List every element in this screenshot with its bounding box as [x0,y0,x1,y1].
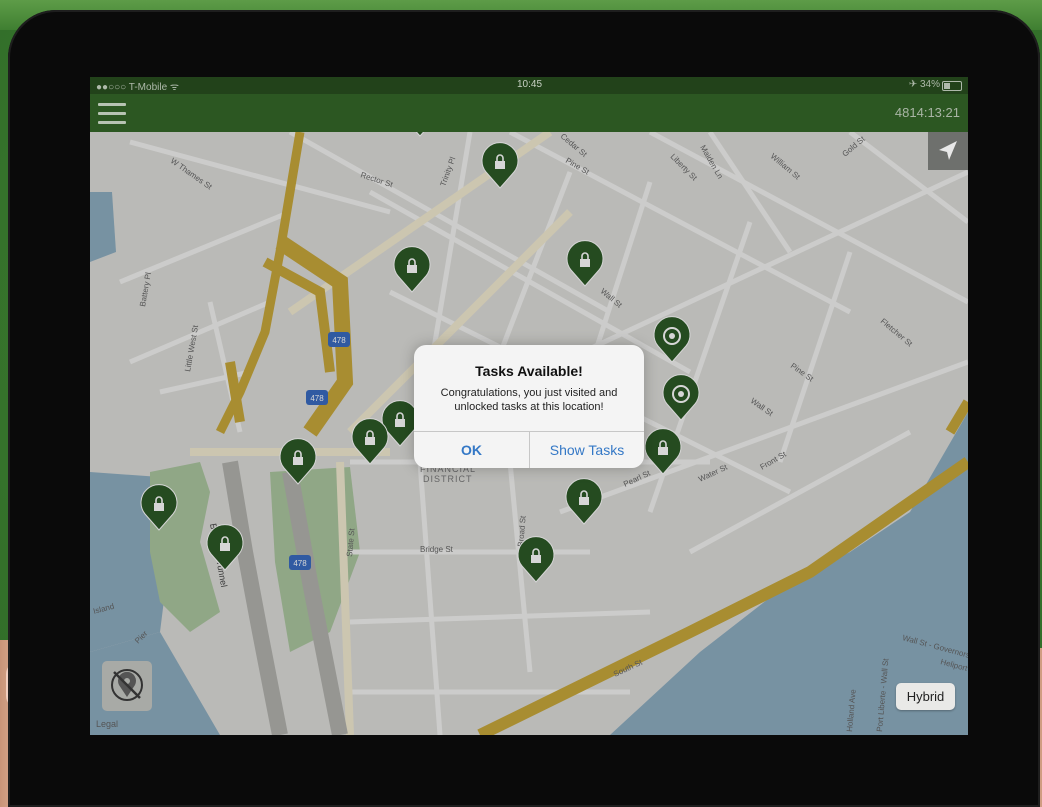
status-bar: ●●○○○ T-Mobile ᯤ 10:45 ✈ 34% [90,77,968,94]
countdown-timer: 4814:13:21 [894,105,960,120]
show-tasks-button[interactable]: Show Tasks [530,432,644,468]
app-screen: ●●○○○ T-Mobile ᯤ 10:45 ✈ 34% 4814:13:21 [90,77,968,735]
location-arrow-icon [939,141,957,160]
dialog-title: Tasks Available! [475,363,583,379]
dialog-message: Congratulations, you just visited and un… [440,387,618,413]
svg-text:DISTRICT: DISTRICT [423,474,473,484]
svg-text:478: 478 [293,559,307,568]
svg-text:478: 478 [310,394,324,403]
highway-shield: 478 [289,555,311,570]
hide-poi-toggle[interactable] [102,661,152,711]
highway-shield: 478 [328,332,350,347]
battery-icon [942,81,962,91]
status-time: 10:45 [517,79,543,90]
battery-percent: ✈ 34% [908,79,940,90]
hamburger-menu-icon[interactable] [98,103,126,125]
legal-link[interactable]: Legal [96,719,118,729]
svg-text:Bridge St: Bridge St [420,545,454,554]
hidden-location-icon [111,669,143,701]
highway-shield: 478 [306,390,328,405]
locate-me-button[interactable] [928,132,968,170]
carrier-signal: ●●○○○ T-Mobile ᯤ [96,82,180,93]
app-nav-bar: 4814:13:21 [90,94,968,132]
svg-text:478: 478 [332,336,346,345]
hybrid-map-button[interactable]: Hybrid [896,683,955,710]
tasks-available-dialog: Tasks Available! Congratulations, you ju… [414,345,644,468]
water-area [90,192,116,262]
ok-button[interactable]: OK [414,432,529,468]
